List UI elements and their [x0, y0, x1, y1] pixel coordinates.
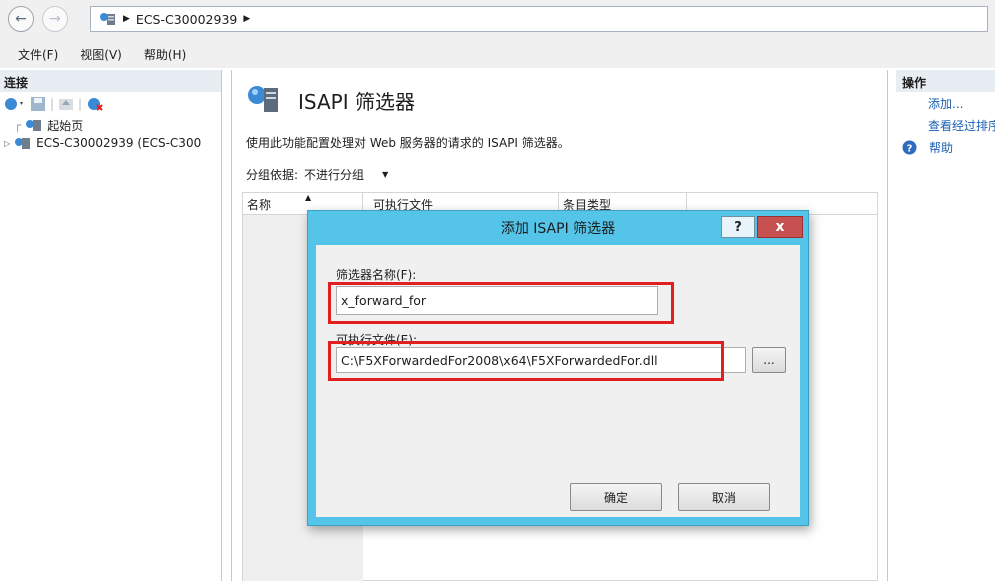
page-title: ISAPI 筛选器 [298, 90, 415, 114]
breadcrumb-arrow-icon[interactable]: ▶ [123, 14, 130, 24]
up-level-icon[interactable] [58, 96, 74, 112]
actions-panel: 操作 添加... 查看经过排序 ? 帮助 [896, 70, 995, 581]
address-breadcrumb[interactable]: ▶ ECS-C30002939 ▶ [90, 6, 988, 32]
dialog-close-button[interactable]: x [757, 216, 803, 238]
browse-button[interactable]: ... [752, 347, 786, 373]
dialog-help-button[interactable]: ? [721, 216, 755, 238]
svg-text:?: ? [907, 143, 913, 154]
highlight-box [328, 282, 674, 324]
ok-button[interactable]: 确定 [570, 483, 662, 511]
isapi-filter-icon [248, 86, 278, 112]
server-icon [15, 138, 31, 149]
save-icon[interactable] [30, 96, 46, 112]
expand-arrow-icon[interactable]: ▷ [4, 139, 10, 148]
toolbar-separator: | [50, 97, 55, 111]
add-isapi-filter-dialog: 添加 ISAPI 筛选器 ? x 筛选器名称(F): x_forward_for… [307, 210, 809, 526]
server-icon [100, 13, 115, 25]
tree-item-label: ECS-C30002939 (ECS-C300 [36, 136, 202, 150]
group-by-select[interactable]: 不进行分组 [304, 166, 364, 183]
back-button[interactable]: ← [8, 6, 34, 32]
breadcrumb-arrow-icon[interactable]: ▶ [243, 14, 250, 24]
connections-header: 连接 [0, 70, 221, 92]
connect-icon[interactable] [4, 96, 26, 112]
forward-arrow-icon: → [49, 11, 61, 27]
connections-tree: ┌ 起始页 ▷ ECS-C30002939 (ECS-C300 [0, 116, 221, 152]
toolbar-separator: | [78, 97, 83, 111]
dialog-body: 筛选器名称(F): x_forward_for 可执行文件(E): C:\F5X… [316, 245, 800, 517]
sort-ascending-icon: ▲ [305, 193, 312, 202]
help-icon: ? [902, 140, 917, 154]
menu-help[interactable]: 帮助(H) [144, 46, 186, 63]
group-by-label: 分组依据: [246, 168, 299, 182]
start-page-icon [26, 120, 42, 131]
help-link-label: 帮助 [929, 140, 954, 155]
tree-item-server[interactable]: ▷ ECS-C30002939 (ECS-C300 [4, 134, 221, 152]
forward-button[interactable]: → [42, 6, 68, 32]
dropdown-arrow-icon[interactable]: ▼ [382, 170, 388, 179]
connections-toolbar: | | [0, 92, 221, 116]
breadcrumb-host[interactable]: ECS-C30002939 [136, 12, 237, 27]
highlight-box [328, 341, 724, 381]
cancel-button[interactable]: 取消 [678, 483, 770, 511]
tree-line: ┌ [14, 118, 22, 132]
action-add-link[interactable]: 添加... [896, 92, 995, 114]
action-view-sorted-link[interactable]: 查看经过排序 [896, 114, 995, 136]
menu-bar: 文件(F) 视图(V) 帮助(H) [0, 40, 995, 68]
filter-name-label: 筛选器名称(F): [336, 268, 417, 282]
iis-manager-window: ← → ▶ ECS-C30002939 ▶ 文件(F) 视图(V) 帮助(H) … [0, 0, 995, 581]
disconnect-icon[interactable] [86, 96, 104, 112]
group-by-bar: 分组依据: 不进行分组 ▼ [246, 166, 388, 183]
address-bar: ← → ▶ ECS-C30002939 ▶ [0, 0, 995, 40]
tree-item-label: 起始页 [47, 118, 84, 133]
action-help-link[interactable]: ? 帮助 [896, 136, 995, 158]
page-description: 使用此功能配置处理对 Web 服务器的请求的 ISAPI 筛选器。 [246, 136, 570, 150]
menu-file[interactable]: 文件(F) [18, 46, 58, 63]
tree-item-start-page[interactable]: ┌ 起始页 [14, 116, 221, 134]
menu-view[interactable]: 视图(V) [80, 46, 122, 63]
actions-header: 操作 [896, 70, 995, 92]
back-arrow-icon: ← [15, 11, 27, 27]
connections-panel: 连接 | | ┌ 起始页 ▷ ECS-C30002939 (ECS-C300 [0, 70, 222, 581]
